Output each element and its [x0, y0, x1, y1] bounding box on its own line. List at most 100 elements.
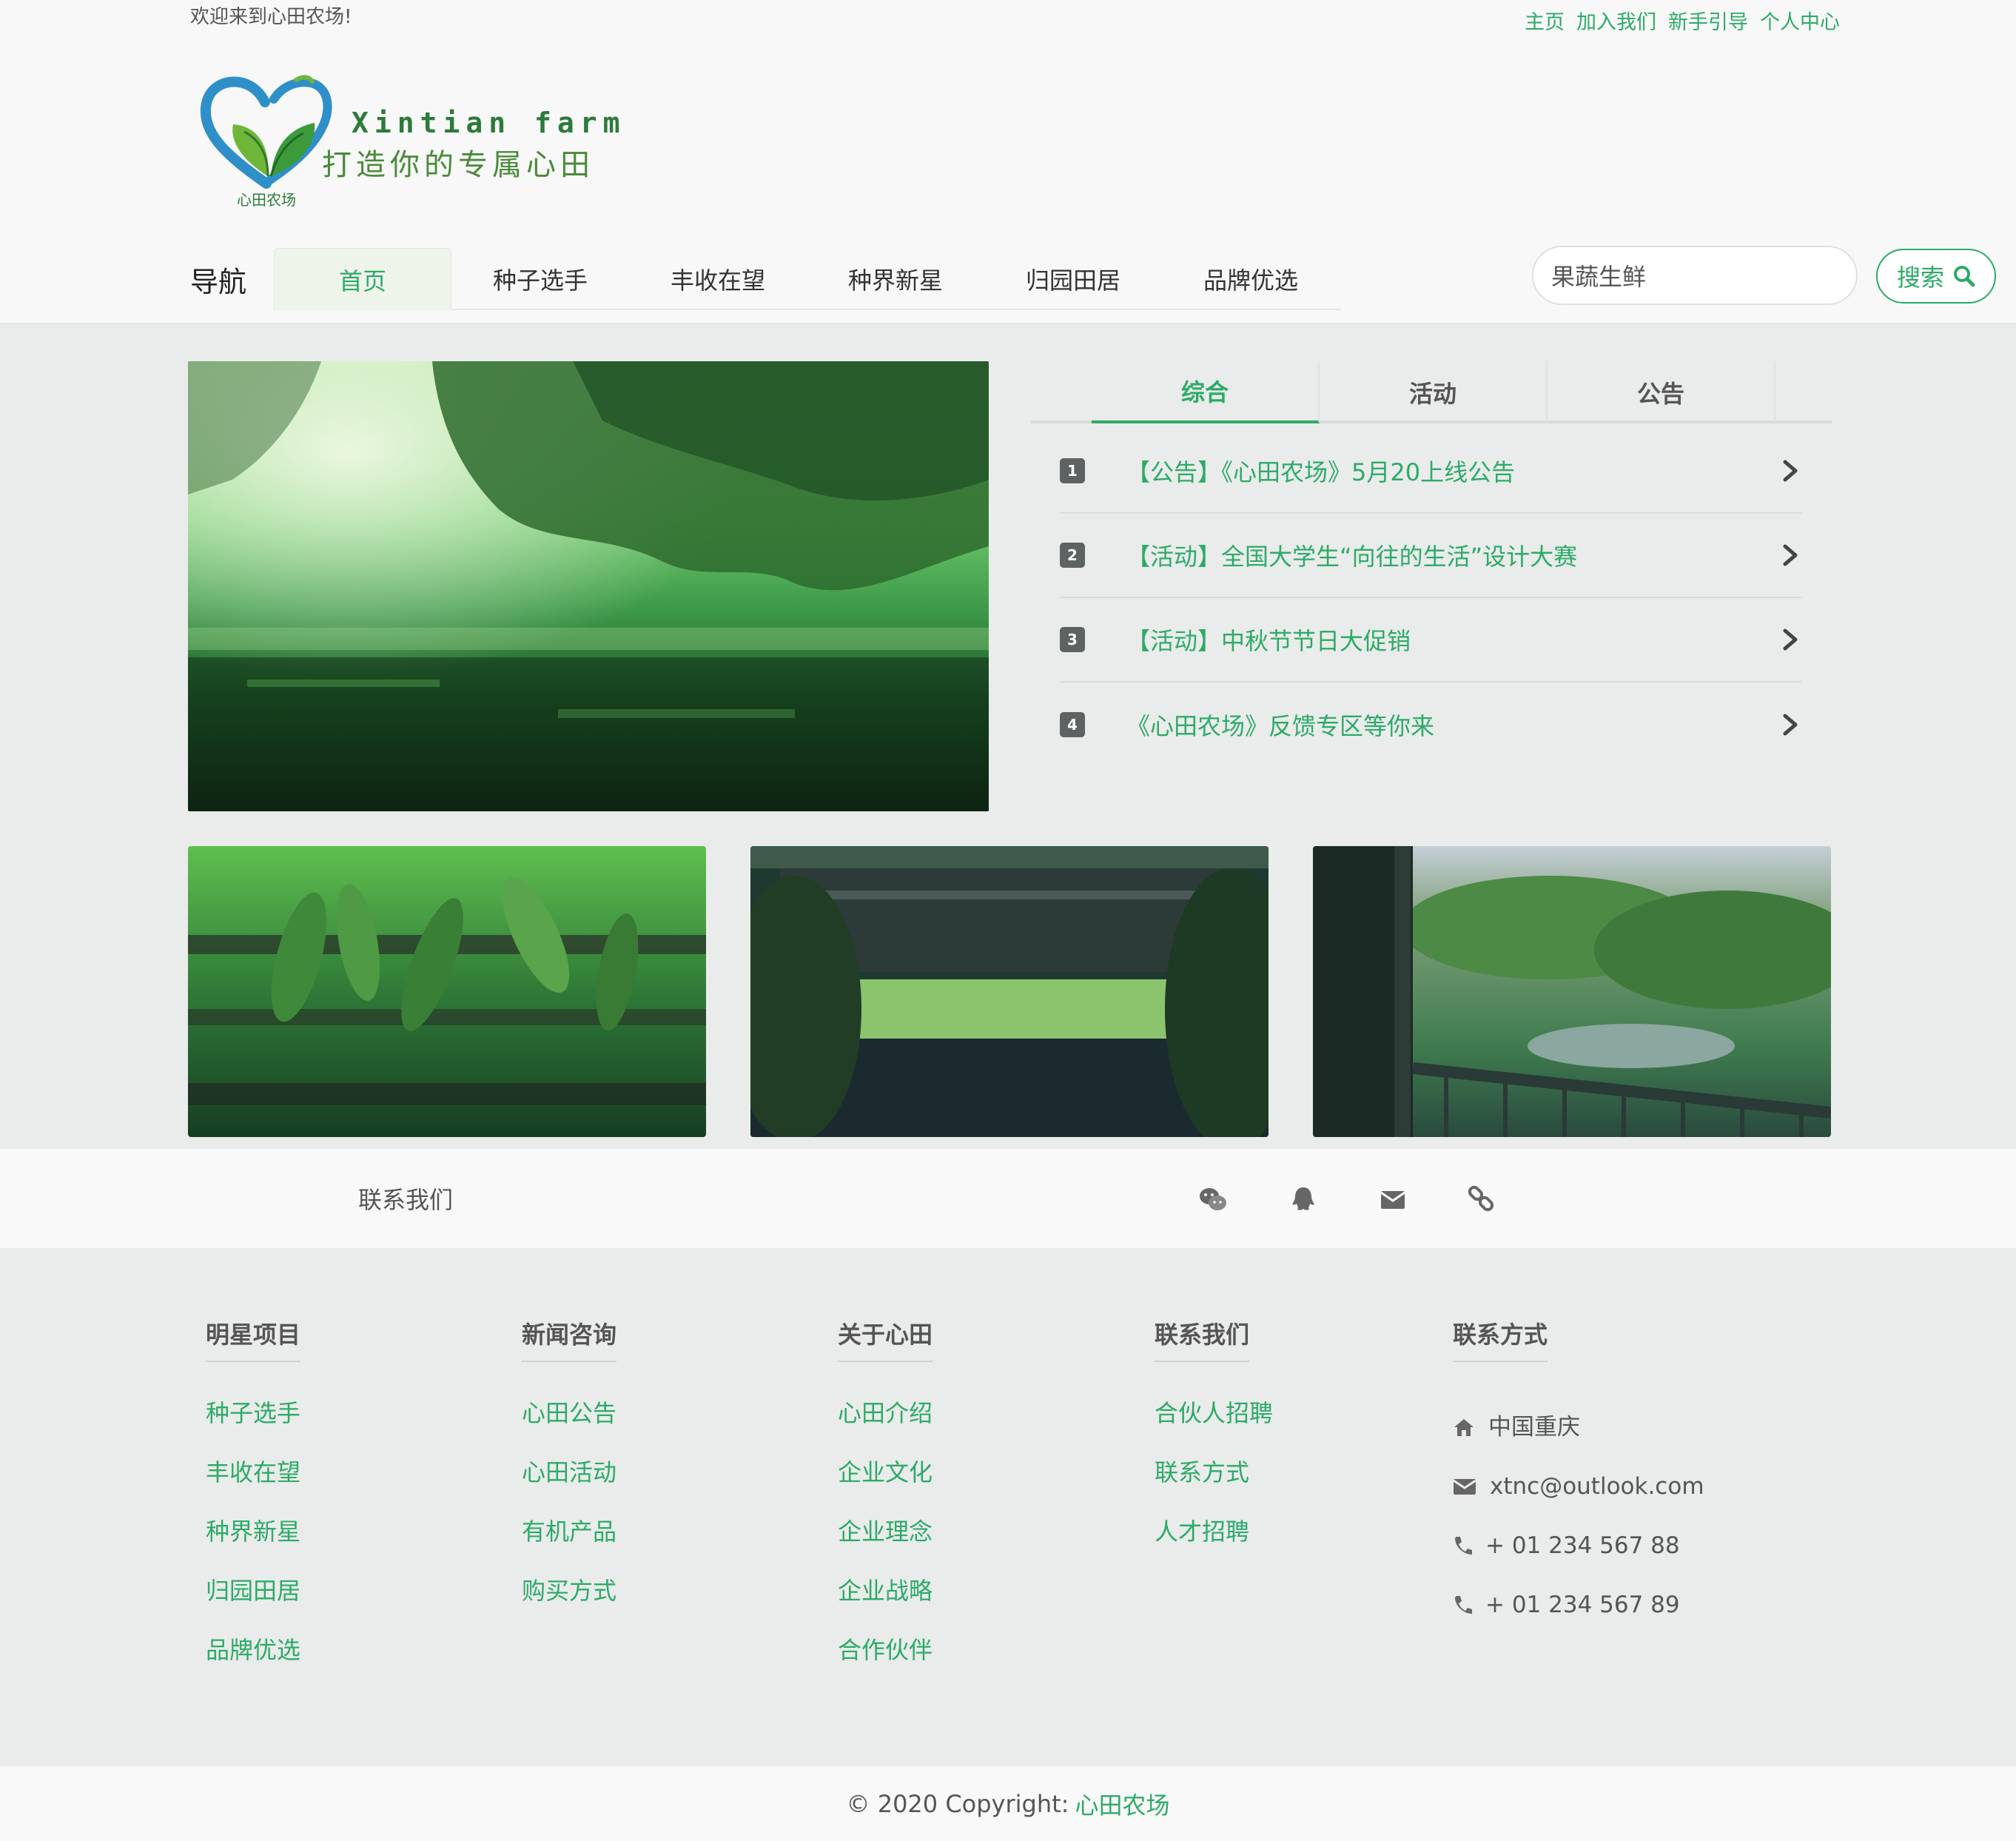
contact-address-text: 中国重庆: [1488, 1414, 1580, 1441]
chevron-right-icon: [1783, 544, 1798, 566]
copyright-brand-link[interactable]: 心田农场: [1075, 1787, 1169, 1821]
top-links: 主页 加入我们 新手引导 个人中心: [1525, 6, 1840, 35]
news-list: 1 【公告】《心田农场》5月20上线公告 2 【活动】全国大学生“向往的生活”设…: [1060, 429, 1801, 767]
footer-link[interactable]: 心田公告: [522, 1398, 616, 1457]
garden-scene-image: [1313, 846, 1831, 1137]
nav-item-harvest[interactable]: 丰收在望: [629, 248, 807, 310]
footer-link[interactable]: 心田介绍: [838, 1398, 933, 1457]
footer-link[interactable]: 品牌优选: [206, 1634, 300, 1694]
news-number-badge: 1: [1060, 458, 1085, 483]
nav-item-brands[interactable]: 品牌优选: [1162, 248, 1340, 310]
search-button[interactable]: 搜索: [1876, 249, 1996, 304]
footer-link[interactable]: 购买方式: [522, 1575, 616, 1634]
footer-link[interactable]: 企业理念: [838, 1516, 933, 1575]
footer-column-news: 新闻咨询 心田公告 心田活动 有机产品 购买方式: [522, 1316, 617, 1634]
main-nav: 首页 种子选手 丰收在望 种界新星 归园田居 品牌优选: [274, 248, 1341, 310]
footer-column-title: 联系方式: [1453, 1316, 1548, 1362]
gallery-image-leaves[interactable]: [188, 846, 706, 1137]
footer-column-contact-info: 联系方式 中国重庆 xtnc@outlook.com + 01 234 567 …: [1453, 1316, 1704, 1634]
contact-address: 中国重庆: [1453, 1398, 1704, 1457]
contact-bar: 联系我们: [0, 1149, 2016, 1248]
search-icon: [1954, 266, 1975, 287]
logo-subtitle: 心田农场: [237, 191, 296, 209]
search-input[interactable]: [1532, 246, 1858, 305]
logo-english-text: Xintian farm: [352, 107, 626, 139]
contact-email: xtnc@outlook.com: [1453, 1457, 1704, 1516]
copyright-text: © 2020 Copyright:: [846, 1789, 1069, 1818]
site-header: 欢迎来到心田农场! 主页 加入我们 新手引导 个人中心 Xintian farm…: [0, 0, 2016, 324]
contact-phone: + 01 234 567 89: [1453, 1575, 1704, 1634]
search-button-label: 搜索: [1896, 264, 1944, 292]
footer-link[interactable]: 合伙人招聘: [1155, 1398, 1273, 1457]
contact-phone-text: + 01 234 567 89: [1485, 1592, 1680, 1618]
phone-icon: [1455, 1537, 1472, 1555]
footer-link[interactable]: 归园田居: [206, 1575, 300, 1634]
news-title: 《心田农场》反馈专区等你来: [1126, 712, 1435, 740]
nav-item-pastoral[interactable]: 归园田居: [984, 248, 1162, 310]
contact-label: 联系我们: [358, 1186, 454, 1214]
wechat-icon[interactable]: [1198, 1184, 1228, 1214]
news-item[interactable]: 4 《心田农场》反馈专区等你来: [1060, 683, 1801, 767]
contact-phone: + 01 234 567 88: [1453, 1516, 1704, 1575]
footer-column-title: 新闻咨询: [522, 1316, 617, 1362]
site-footer: 明星项目 种子选手 丰收在望 种界新星 归园田居 品牌优选 新闻咨询 心田公告 …: [0, 1248, 2016, 1766]
site-logo[interactable]: Xintian farm 打造你的专属心田 心田农场: [200, 73, 644, 213]
footer-link[interactable]: 丰收在望: [206, 1457, 300, 1516]
contact-phone-text: + 01 234 567 88: [1485, 1532, 1680, 1559]
news-number-badge: 3: [1060, 627, 1085, 652]
heart-leaf-logo-icon: [200, 75, 332, 189]
top-link-guide[interactable]: 新手引导: [1668, 6, 1748, 35]
footer-column-title: 联系我们: [1155, 1316, 1250, 1362]
footer-link[interactable]: 心田活动: [522, 1457, 616, 1516]
hero-banner-image[interactable]: [188, 361, 989, 811]
footer-link[interactable]: 人才招聘: [1155, 1516, 1273, 1575]
top-link-home[interactable]: 主页: [1525, 6, 1565, 35]
news-item[interactable]: 3 【活动】中秋节节日大促销: [1060, 598, 1801, 683]
chevron-right-icon: [1783, 714, 1798, 736]
top-link-join[interactable]: 加入我们: [1576, 6, 1656, 35]
lake-scene-image: [188, 361, 989, 811]
contact-email-text: xtnc@outlook.com: [1490, 1473, 1704, 1500]
phone-icon: [1455, 1596, 1472, 1614]
news-number-badge: 2: [1060, 543, 1085, 568]
nav-item-seeds[interactable]: 种子选手: [451, 248, 629, 310]
nav-item-home[interactable]: 首页: [274, 248, 451, 310]
news-item[interactable]: 1 【公告】《心田农场》5月20上线公告: [1060, 429, 1801, 514]
news-tabs: 综合 活动 公告: [1031, 361, 1832, 423]
news-title: 【公告】《心田农场》5月20上线公告: [1126, 458, 1516, 486]
chevron-right-icon: [1783, 460, 1798, 482]
footer-link[interactable]: 合作伙伴: [838, 1634, 933, 1694]
leaves-scene-image: [188, 846, 706, 1137]
footer-link[interactable]: 种界新星: [206, 1516, 300, 1575]
footer-link[interactable]: 企业文化: [838, 1457, 933, 1516]
nav-item-new-stars[interactable]: 种界新星: [807, 248, 984, 310]
tab-activities[interactable]: 活动: [1320, 361, 1548, 423]
envelope-icon: [1453, 1479, 1476, 1495]
footer-column-about: 关于心田 心田介绍 企业文化 企业理念 企业战略 合作伙伴: [838, 1316, 933, 1694]
news-title: 【活动】全国大学生“向往的生活”设计大赛: [1126, 543, 1578, 571]
footer-link[interactable]: 企业战略: [838, 1575, 933, 1634]
envelope-icon[interactable]: [1378, 1184, 1408, 1214]
footer-column-projects: 明星项目 种子选手 丰收在望 种界新星 归园田居 品牌优选: [206, 1316, 301, 1694]
chevron-right-icon: [1783, 628, 1798, 651]
logo-slogan: 打造你的专属心田: [322, 148, 594, 182]
top-link-profile[interactable]: 个人中心: [1760, 6, 1840, 35]
footer-column-title: 明星项目: [206, 1316, 301, 1362]
link-icon[interactable]: [1466, 1184, 1496, 1214]
footer-link[interactable]: 有机产品: [522, 1516, 616, 1575]
tab-announcements[interactable]: 公告: [1548, 361, 1775, 423]
footer-column-title: 关于心田: [838, 1316, 933, 1362]
qq-icon[interactable]: [1288, 1184, 1318, 1214]
footer-link[interactable]: 种子选手: [206, 1398, 300, 1457]
tab-general[interactable]: 综合: [1092, 361, 1320, 423]
news-number-badge: 4: [1060, 712, 1085, 737]
news-title: 【活动】中秋节节日大促销: [1126, 627, 1411, 655]
gallery-image-garden[interactable]: [1313, 846, 1831, 1137]
footer-column-contact: 联系我们 合伙人招聘 联系方式 人才招聘: [1155, 1316, 1273, 1575]
home-icon: [1454, 1419, 1474, 1436]
footer-link[interactable]: 联系方式: [1155, 1457, 1273, 1516]
bridge-scene-image: [750, 846, 1269, 1137]
news-item[interactable]: 2 【活动】全国大学生“向往的生活”设计大赛: [1060, 514, 1801, 598]
nav-label: 导航: [190, 266, 247, 298]
gallery-image-bridge[interactable]: [750, 846, 1269, 1137]
